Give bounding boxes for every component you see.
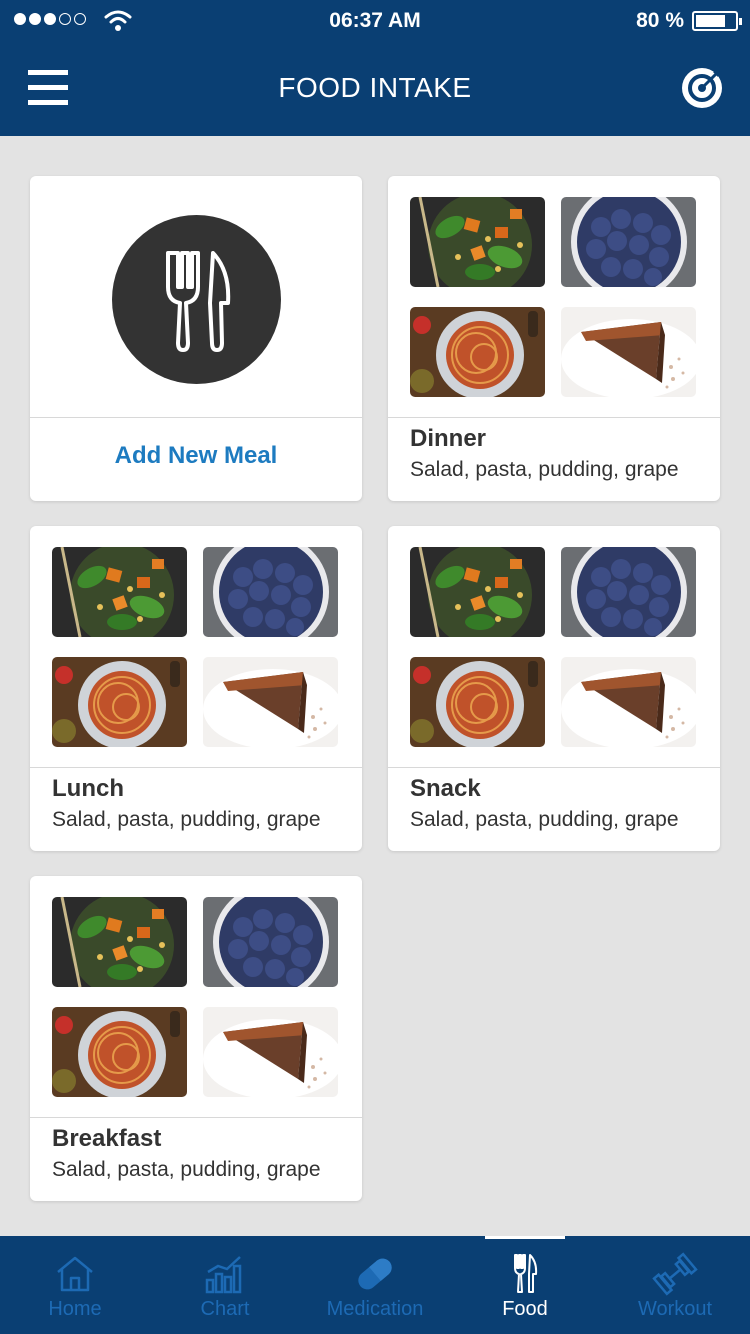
tab-food-label: Food [502,1298,548,1320]
fork-knife-icon [166,251,231,352]
meal-name: Dinner [410,425,487,452]
card-divider [30,1117,362,1118]
add-new-meal-card[interactable]: Add New Meal [30,176,362,501]
app-header: 06:37 AM 80 % FOOD INTAKE [0,0,750,136]
meal-card-breakfast[interactable]: Breakfast Salad, pasta, pudding, grape [30,876,362,1201]
meal-description: Salad, pasta, pudding, grape [52,808,321,831]
salad-image [410,197,545,287]
battery-percentage: 80 % [636,9,684,32]
pudding-pie-image [203,657,338,747]
tab-workout[interactable]: Workout [600,1236,750,1334]
meal-description: Salad, pasta, pudding, grape [410,808,679,831]
fork-knife-icon [514,1254,538,1293]
meal-card-lunch[interactable]: Lunch Salad, pasta, pudding, grape [30,526,362,851]
pasta-image [52,1007,187,1097]
active-tab-indicator [485,1236,565,1239]
meal-thumbnails [410,547,696,747]
pudding-pie-image [203,1007,338,1097]
tab-home[interactable]: Home [0,1236,150,1334]
card-divider [388,417,720,418]
tab-food[interactable]: Food [450,1236,600,1334]
salad-image [52,547,187,637]
meal-card-dinner[interactable]: Dinner Salad, pasta, pudding, grape [388,176,720,501]
pill-icon [358,1258,392,1290]
add-new-meal-link[interactable]: Add New Meal [30,442,362,470]
pasta-image [410,657,545,747]
home-icon [57,1256,93,1292]
card-divider [388,767,720,768]
card-divider [30,417,362,418]
blueberries-image [203,547,338,637]
salad-image [52,897,187,987]
pudding-pie-image [561,307,696,397]
meal-description: Salad, pasta, pudding, grape [410,458,679,481]
meal-thumbnails [52,897,338,1097]
blueberries-image [561,197,696,287]
pudding-pie-image [561,657,696,747]
tab-workout-label: Workout [637,1298,713,1320]
meal-name: Breakfast [52,1125,162,1152]
meal-name: Lunch [52,775,124,802]
tab-home-label: Home [48,1298,102,1320]
meal-card-snack[interactable]: Snack Salad, pasta, pudding, grape [388,526,720,851]
meal-name: Snack [410,775,481,802]
salad-image [410,547,545,637]
target-goal-icon[interactable] [680,66,724,110]
meal-thumbnails [410,197,696,397]
dumbbell-icon [652,1252,698,1296]
add-meal-button[interactable] [112,215,281,384]
meal-description: Salad, pasta, pudding, grape [52,1158,321,1181]
chart-icon [205,1256,242,1294]
blueberries-image [561,547,696,637]
battery-icon [692,11,742,31]
meal-thumbnails [52,547,338,747]
tab-chart[interactable]: Chart [150,1236,300,1334]
card-divider [30,767,362,768]
tab-medication-label: Medication [326,1298,424,1320]
pasta-image [410,307,545,397]
page-title: FOOD INTAKE [278,72,472,103]
tab-chart-label: Chart [200,1298,250,1320]
status-bar: 06:37 AM 80 % [0,0,750,42]
bottom-tab-bar: Home Chart Medication Food Workout [0,1236,750,1334]
tab-medication[interactable]: Medication [300,1236,450,1334]
pasta-image [52,657,187,747]
blueberries-image [203,897,338,987]
